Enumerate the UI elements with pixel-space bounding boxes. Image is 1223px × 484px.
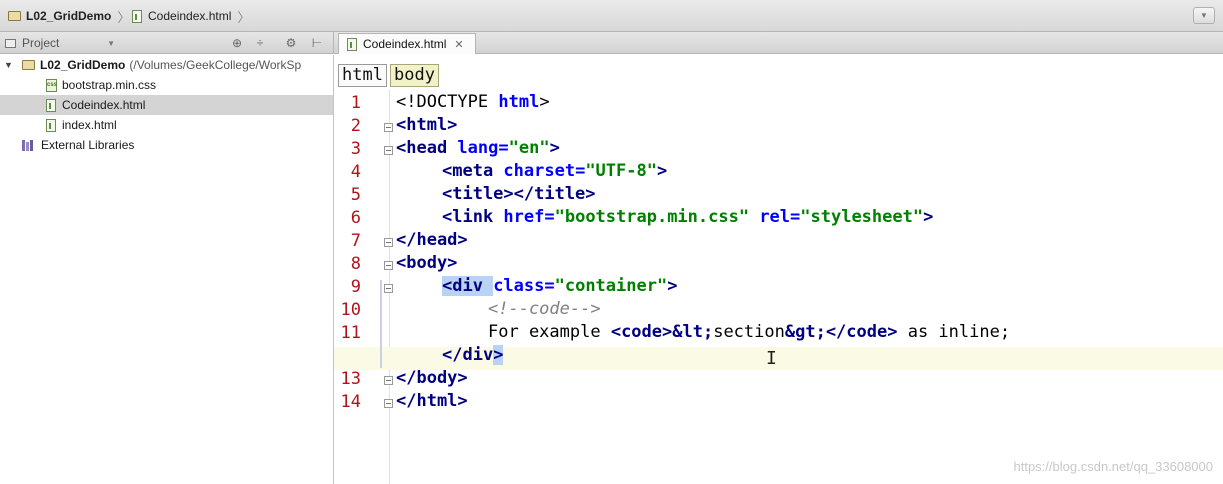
line-number: 10 <box>340 300 361 320</box>
code-editor[interactable]: <!DOCTYPE html> <html> <head lang="en"> … <box>334 90 1223 484</box>
locate-target-icon[interactable]: ⊕ <box>230 36 244 50</box>
tree-item-label: Codeindex.html <box>62 98 146 112</box>
project-view-icon <box>5 38 16 48</box>
html-file-icon <box>46 118 56 132</box>
line-number: 14 <box>340 392 361 412</box>
css-file-icon: css <box>46 78 57 92</box>
chevron-down-icon: ▼ <box>107 38 115 48</box>
line-number: 9 <box>350 277 361 297</box>
tree-item-project-root[interactable]: ▼ L02_GridDemo (/Volumes/GeekCollege/Wor… <box>0 55 333 75</box>
line-number: 2 <box>350 116 361 136</box>
code-line-6: <link href="bootstrap.min.css" rel="styl… <box>442 207 934 227</box>
chevron-right-icon: 〉 <box>237 9 251 25</box>
tree-item-external-libraries[interactable]: External Libraries <box>0 135 333 155</box>
expand-arrow-icon: ▼ <box>4 60 13 70</box>
watermark: https://blog.csdn.net/qq_33608000 <box>1013 459 1214 474</box>
close-icon[interactable]: ✕ <box>454 38 463 51</box>
tree-item-label: External Libraries <box>41 138 135 152</box>
text-cursor-icon: I <box>766 348 777 369</box>
line-number: 11 <box>340 323 361 343</box>
code-line-3: <head lang="en"> <box>396 138 560 158</box>
breadcrumb-file-label: Codeindex.html <box>148 9 232 23</box>
code-line-8: <body> <box>396 253 458 273</box>
code-line-7: </head> <box>396 230 468 250</box>
tree-item-label: bootstrap.min.css <box>62 78 157 92</box>
dropdown-menu-button[interactable]: ▼ <box>1193 7 1215 24</box>
code-line-13: </body> <box>396 368 468 388</box>
tree-item-label: index.html <box>62 118 117 132</box>
breadcrumb-project-label: L02_GridDemo <box>26 9 112 23</box>
line-number: 5 <box>350 185 361 205</box>
navigation-bar: L02_GridDemo 〉 Codeindex.html 〉 ▼ <box>0 0 1223 32</box>
line-number: 8 <box>350 254 361 274</box>
tree-item-index-html[interactable]: index.html <box>0 115 333 135</box>
code-line-10: <!--code--> <box>488 299 601 319</box>
project-view-label: Project <box>22 36 60 50</box>
project-view-selector[interactable]: Project ▼ <box>5 35 115 51</box>
html-file-icon <box>46 98 56 112</box>
line-number: 3 <box>350 139 361 159</box>
code-line-1: <!DOCTYPE html> <box>396 92 550 112</box>
line-number: 13 <box>340 369 361 389</box>
chevron-right-icon: 〉 <box>117 9 131 25</box>
folder-icon <box>22 60 35 70</box>
project-panel-header: Project ▼ ⊕ ÷ ⚙ ⊢ <box>0 32 334 54</box>
line-number: 7 <box>350 231 361 251</box>
collapse-all-icon[interactable]: ÷ <box>253 36 267 50</box>
project-root-label: L02_GridDemo <box>40 58 126 72</box>
line-number: 4 <box>350 162 361 182</box>
tag-breadcrumbs: html body <box>334 55 1223 89</box>
code-line-9: <div class="container"> <box>442 276 678 296</box>
folder-icon <box>8 11 21 21</box>
tree-item-codeindex-html[interactable]: Codeindex.html <box>0 95 333 115</box>
tab-label: Codeindex.html <box>363 37 447 51</box>
indent-scope-marker <box>380 280 382 368</box>
tree-item-bootstrap-css[interactable]: css bootstrap.min.css <box>0 75 333 95</box>
tag-breadcrumb-html[interactable]: html <box>338 64 387 87</box>
code-line-2: <html> <box>396 115 458 135</box>
html-file-icon <box>347 37 357 51</box>
hide-panel-icon[interactable]: ⊢ <box>310 36 324 50</box>
code-line-5: <title></title> <box>442 184 596 204</box>
editor-tab-bar: Codeindex.html ✕ <box>334 32 1223 54</box>
gear-icon[interactable]: ⚙ <box>284 36 298 50</box>
tab-codeindex-html[interactable]: Codeindex.html ✕ <box>338 33 476 54</box>
breadcrumb-project[interactable]: L02_GridDemo 〉 <box>8 8 131 25</box>
libraries-icon <box>22 139 36 151</box>
code-line-14: </html> <box>396 391 468 411</box>
line-number: 1 <box>350 93 361 113</box>
code-line-11: For example <code>&lt;section&gt;</code>… <box>488 322 1011 342</box>
code-line-4: <meta charset="UTF-8"> <box>442 161 668 181</box>
project-root-path: (/Volumes/GeekCollege/WorkSp <box>129 58 302 72</box>
breadcrumb-file[interactable]: Codeindex.html 〉 <box>132 8 251 25</box>
code-line-12: </div> <box>442 345 504 365</box>
line-number: 6 <box>350 208 361 228</box>
project-tree: ▼ L02_GridDemo (/Volumes/GeekCollege/Wor… <box>0 55 334 484</box>
tag-breadcrumb-body[interactable]: body <box>390 64 439 87</box>
html-file-icon <box>132 9 142 23</box>
